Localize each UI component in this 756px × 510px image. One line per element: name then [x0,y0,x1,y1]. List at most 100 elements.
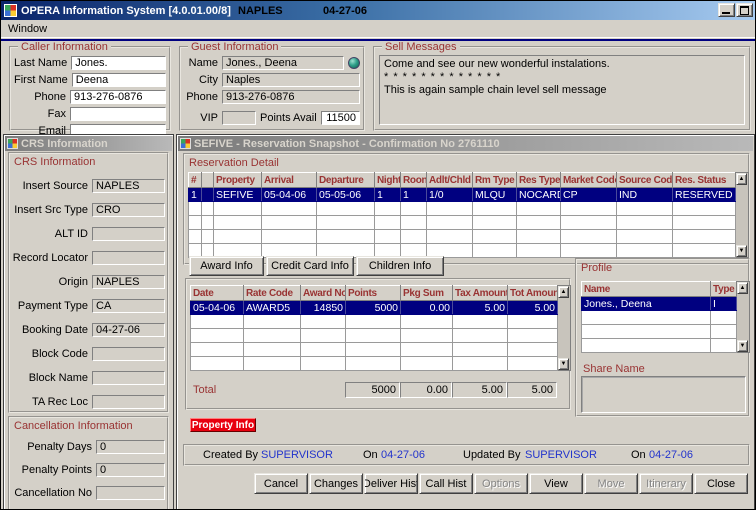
award-info-group: Date Rate Code Award No Points Pkg Sum T… [185,278,571,410]
close-button[interactable]: Close [694,473,748,494]
reservation-row-selected[interactable]: 1SEFIVE05-04-0605-05-06111/0MLQUNOCARDCP… [189,188,736,202]
maximize-icon [740,6,749,15]
tab-credit-card-info[interactable]: Credit Card Info [266,256,354,276]
reservation-detail-title: Reservation Detail [189,157,279,169]
col-name[interactable]: Name [582,282,711,297]
col-room[interactable]: Roon [401,173,427,188]
col-date[interactable]: Date [191,286,244,301]
col-points[interactable]: Points [346,286,401,301]
col-res-status[interactable]: Res. Status [673,173,736,188]
changes-button[interactable]: Changes [309,473,363,494]
profile-header-row: Name Type [582,282,737,297]
sell-message-line2: * * * * * * * * * * * * * [384,71,740,84]
tab-award-info[interactable]: Award Info [189,256,264,276]
col-rm-type[interactable]: Rm Type [473,173,517,188]
award-row-empty [191,343,558,357]
cancel-button[interactable]: Cancel [254,473,308,494]
col-pkg-sum[interactable]: Pkg Sum [401,286,453,301]
award-scrollbar[interactable]: ▲ ▼ [558,285,571,371]
maximize-button[interactable] [736,3,753,17]
total-tax-amount-field: 5.00 [452,382,507,398]
penalty-points-label: Penalty Points [12,464,92,476]
button-bar: Cancel Changes Deliver Hist Call Hist Op… [254,473,748,494]
sell-message-line1: Come and see our new wonderful instalati… [384,58,740,71]
view-button[interactable]: View [529,473,583,494]
menu-window[interactable]: Window [8,23,47,35]
booking-date-field: 04-27-06 [92,323,165,337]
titlebar: OPERA Information System [4.0.01.00/8] N… [1,1,755,20]
insert-source-label: Insert Source [12,180,88,192]
cancellation-group: Cancellation Information Penalty Days0 P… [8,416,169,510]
col-market-code[interactable]: Market Code [561,173,617,188]
guest-name-field: Jones., Deena [222,56,344,70]
col-adlt-chld[interactable]: Adlt/Chld [427,173,473,188]
fax-field[interactable] [70,107,166,121]
crs-info-title: CRS Information [14,156,95,168]
col-number[interactable]: # [189,173,202,188]
updated-by-value: SUPERVISOR [525,449,597,461]
col-property[interactable]: Property [214,173,262,188]
app-icon [4,4,17,17]
last-name-field[interactable]: Jones. [71,56,166,70]
penalty-days-field: 0 [96,440,165,454]
total-label: Total [193,384,216,396]
created-by-value: SUPERVISOR [261,449,333,461]
crs-titlebar[interactable]: CRS Information [5,136,172,151]
scroll-down-icon[interactable]: ▼ [737,340,748,352]
deliver-hist-button[interactable]: Deliver Hist [364,473,418,494]
itinerary-button: Itinerary [639,473,693,494]
scroll-up-icon[interactable]: ▲ [558,286,569,298]
globe-icon[interactable] [348,57,360,69]
audit-bar: Created By SUPERVISOR On 04-27-06 Update… [183,444,750,466]
scroll-down-icon[interactable]: ▼ [558,358,569,370]
call-hist-button[interactable]: Call Hist [419,473,473,494]
scroll-down-icon[interactable]: ▼ [736,245,747,257]
first-name-field[interactable]: Deena [72,73,166,87]
scroll-up-icon[interactable]: ▲ [737,282,748,294]
reservation-header-row: # Property Arrival Departure Night Roon … [189,173,736,188]
profile-row-selected[interactable]: Jones., DeenaI [582,297,737,311]
snapshot-titlebar[interactable]: SEFIVE - Reservation Snapshot - Confirma… [178,136,753,151]
col-arrival[interactable]: Arrival [262,173,317,188]
minimize-button[interactable] [718,3,735,17]
cancellation-no-field [96,486,165,500]
guest-information-title: Guest Information [188,41,281,53]
created-by-label: Created By [203,449,258,461]
reservation-scrollbar[interactable]: ▲ ▼ [736,172,749,258]
minimize-icon [722,12,730,14]
booking-date-label: Booking Date [12,324,88,336]
col-departure[interactable]: Departure [317,173,375,188]
col-tot-amount[interactable]: Tot Amount [508,286,558,301]
col-night[interactable]: Night [375,173,401,188]
guest-phone-label: Phone [184,91,218,103]
vip-label: VIP [184,112,218,124]
caller-phone-field[interactable]: 913-276-0876 [70,90,166,104]
window-title: OPERA Information System [4.0.01.00/8] [21,5,231,17]
profile-scrollbar[interactable]: ▲ ▼ [737,281,750,353]
block-code-field [92,347,165,361]
property-info-button[interactable]: Property Info [190,418,256,432]
col-type[interactable]: Type [711,282,737,297]
sell-messages-group: Sell Messages Come and see our new wonde… [373,41,751,131]
created-on-label: On [363,449,378,461]
reservation-table: # Property Arrival Departure Night Roon … [188,172,736,258]
col-rate-code[interactable]: Rate Code [244,286,301,301]
col-source-code[interactable]: Source Code [617,173,673,188]
fax-label: Fax [14,108,66,120]
guest-name-label: Name [184,57,218,69]
block-name-label: Block Name [12,372,88,384]
scroll-up-icon[interactable]: ▲ [736,173,747,185]
alt-id-label: ALT ID [12,228,88,240]
sell-messages-title: Sell Messages [382,41,460,53]
cancellation-no-label: Cancellation No [12,487,92,499]
tab-children-info[interactable]: Children Info [356,256,444,276]
col-blank[interactable] [202,173,214,188]
cancellation-title: Cancellation Information [14,420,133,432]
snapshot-window-icon [180,138,191,149]
col-res-type[interactable]: Res Type [517,173,561,188]
share-name-label: Share Name [583,363,645,375]
col-tax-amount[interactable]: Tax Amount [453,286,508,301]
award-row-selected[interactable]: 05-04-06AWARD51485050000.005.005.00 [191,301,558,315]
profile-title: Profile [581,262,612,274]
col-award-no[interactable]: Award No [301,286,346,301]
